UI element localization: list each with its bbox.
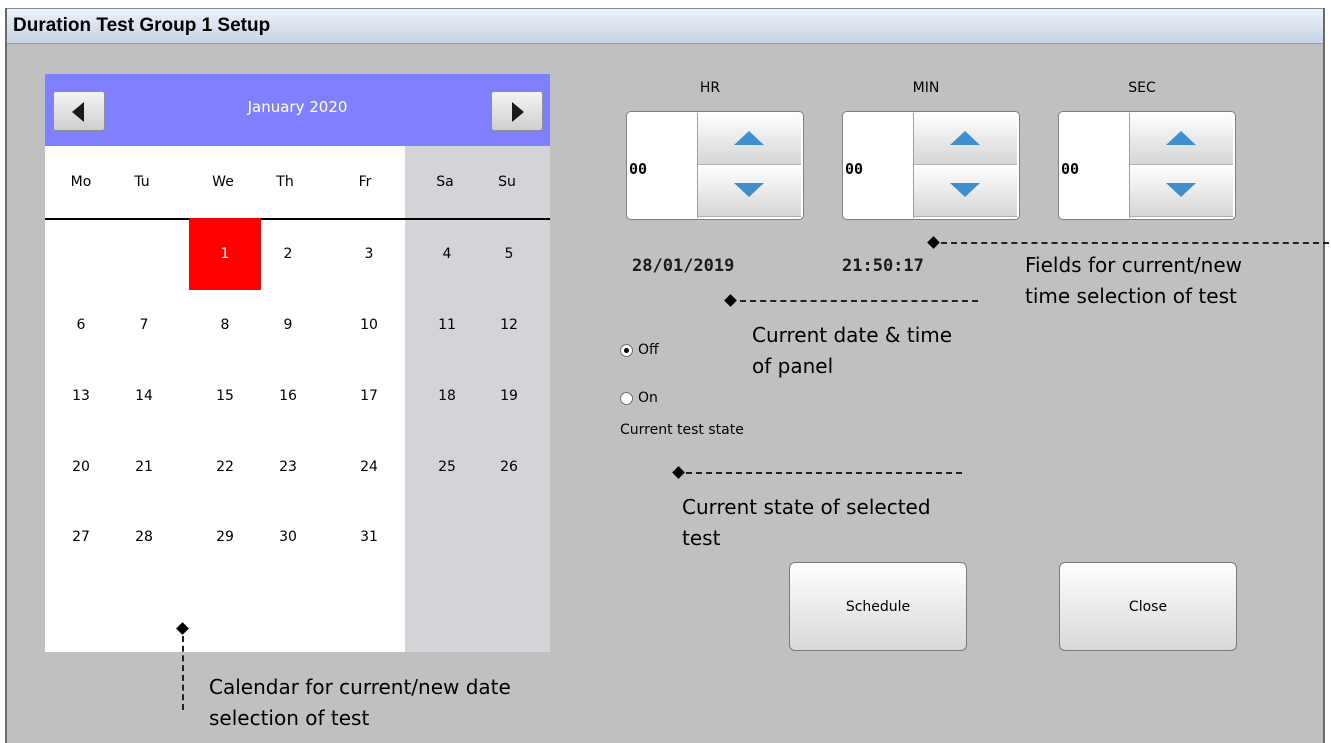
calendar-day[interactable]: 30 (252, 501, 324, 573)
calendar-day[interactable]: 28 (108, 501, 180, 573)
annotation-line: Current date & time (752, 323, 953, 347)
calendar-day[interactable]: 26 (473, 431, 545, 503)
calendar-day[interactable]: 21 (108, 431, 180, 503)
minute-value[interactable]: 00 (845, 160, 863, 178)
title-bar: Duration Test Group 1 Setup (7, 8, 1323, 44)
annotation-leader-line (182, 636, 184, 710)
minute-label: MIN (912, 80, 940, 96)
second-value[interactable]: 00 (1061, 160, 1079, 178)
weekday-header: Th (276, 174, 294, 190)
arrow-up-icon (734, 131, 764, 145)
calendar-day[interactable]: 20 (45, 431, 117, 503)
calendar-day[interactable]: 31 (333, 501, 405, 573)
calendar-day[interactable]: 22 (189, 431, 261, 503)
state-off-radio[interactable]: Off (620, 342, 659, 358)
calendar-day[interactable]: 16 (252, 360, 324, 432)
calendar-day[interactable]: 13 (45, 360, 117, 432)
arrow-up-icon (1166, 131, 1196, 145)
schedule-button[interactable]: Schedule (789, 562, 967, 651)
annotation-leader-line (740, 300, 978, 302)
minute-down-button[interactable] (914, 165, 1017, 217)
calendar-day[interactable]: 3 (333, 218, 405, 290)
calendar-day[interactable]: 2 (252, 218, 324, 290)
hour-value[interactable]: 00 (629, 160, 647, 178)
annotation-line: time selection of test (1025, 284, 1237, 308)
annotation-line: of panel (752, 354, 834, 378)
radio-checked-icon (620, 343, 633, 357)
annotation-state: Current state of selected test (682, 492, 931, 554)
arrow-up-icon (950, 131, 980, 145)
weekday-header: Su (498, 174, 516, 190)
second-up-button[interactable] (1130, 113, 1233, 165)
annotation-leader-line (941, 242, 1329, 244)
arrow-down-icon (950, 183, 980, 197)
calendar-day[interactable]: 29 (189, 501, 261, 573)
annotation-line: Fields for current/new (1025, 253, 1243, 277)
current-date: 28/01/2019 (632, 256, 735, 276)
second-down-button[interactable] (1130, 165, 1233, 217)
arrow-down-icon (1166, 183, 1196, 197)
calendar-day[interactable]: 7 (108, 289, 180, 361)
minute-spinner-buttons (913, 113, 1017, 218)
calendar-day[interactable]: 17 (333, 360, 405, 432)
radio-unchecked-icon (620, 391, 633, 405)
state-on-radio[interactable]: On (620, 390, 658, 406)
annotation-date-time: Current date & time of panel (752, 320, 952, 382)
close-button[interactable]: Close (1059, 562, 1237, 651)
calendar-day[interactable]: 12 (473, 289, 545, 361)
calendar-day[interactable]: 24 (333, 431, 405, 503)
minute-up-button[interactable] (914, 113, 1017, 165)
hour-label: HR (699, 80, 721, 96)
calendar-day[interactable]: 10 (333, 289, 405, 361)
annotation-line: test (682, 526, 721, 550)
calendar-day[interactable]: 8 (189, 289, 261, 361)
annotation-leader-line (686, 472, 962, 474)
second-label: SEC (1128, 80, 1156, 96)
weekday-header: Fr (358, 174, 372, 190)
weekday-header: Mo (70, 174, 92, 190)
weekday-header: Tu (134, 174, 150, 190)
next-month-button[interactable] (491, 91, 543, 131)
arrow-down-icon (734, 183, 764, 197)
window-title: Duration Test Group 1 Setup (13, 15, 271, 36)
test-state-caption: Current test state (620, 422, 744, 438)
calendar-day[interactable]: 15 (189, 360, 261, 432)
minute-spinner: 00 (842, 111, 1020, 220)
annotation-calendar: Calendar for current/new date selection … (209, 672, 511, 734)
weekday-header: We (212, 174, 234, 190)
state-on-label: On (638, 390, 658, 406)
hour-down-button[interactable] (698, 165, 801, 217)
hour-spinner-buttons (697, 113, 801, 218)
annotation-line: Current state of selected (682, 495, 931, 519)
current-time: 21:50:17 (842, 256, 924, 276)
triangle-right-icon (512, 102, 524, 122)
calendar-day[interactable]: 27 (45, 501, 117, 573)
calendar-day[interactable]: 5 (473, 218, 545, 290)
annotation-time-fields: Fields for current/new time selection of… (1025, 250, 1242, 312)
annotation-line: selection of test (209, 706, 370, 730)
state-off-label: Off (638, 342, 659, 358)
calendar-day-selected[interactable]: 1 (189, 218, 261, 290)
hour-spinner: 00 (626, 111, 804, 220)
hour-up-button[interactable] (698, 113, 801, 165)
annotation-line: Calendar for current/new date (209, 675, 511, 699)
calendar-day[interactable]: 14 (108, 360, 180, 432)
second-spinner: 00 (1058, 111, 1236, 220)
weekday-header: Sa (436, 174, 454, 190)
calendar-header: January 2020 (45, 74, 550, 146)
calendar: January 2020 Mo Tu We Th Fr Sa Su 123456… (45, 74, 550, 652)
calendar-day[interactable]: 23 (252, 431, 324, 503)
calendar-month-label: January 2020 (247, 98, 348, 116)
calendar-day[interactable]: 19 (473, 360, 545, 432)
calendar-day[interactable]: 6 (45, 289, 117, 361)
calendar-day[interactable]: 9 (252, 289, 324, 361)
second-spinner-buttons (1129, 113, 1233, 218)
